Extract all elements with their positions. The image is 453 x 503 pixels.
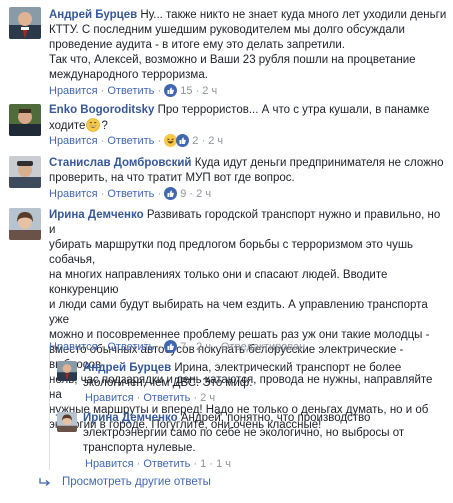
comment-content: Станислав Домбровский Куда идут деньги п… [49, 156, 447, 186]
comment-time[interactable]: 2 ч [202, 85, 217, 97]
like-link[interactable]: Нравится [49, 188, 98, 200]
like-reaction-icon[interactable] [164, 187, 178, 200]
avatar[interactable] [9, 7, 41, 39]
edited-label[interactable]: Отредактирован [221, 341, 305, 353]
like-link[interactable]: Нравится [49, 341, 98, 353]
reply-thread-line [49, 353, 50, 470]
reply-count[interactable]: 1 [200, 458, 206, 470]
reaction-count[interactable]: 15 [180, 85, 192, 97]
reply-link[interactable]: Ответить [107, 341, 154, 353]
reply-actions: Нравится · Ответить · 2 ч [85, 392, 216, 404]
avatar[interactable] [9, 208, 41, 240]
avatar[interactable] [9, 156, 41, 188]
reply-content: Андрей Бурцев Ирина, электрический транс… [83, 361, 447, 391]
reaction-count[interactable]: 7 [180, 341, 186, 353]
reply-link[interactable]: Ответить [143, 392, 190, 404]
like-link[interactable]: Нравится [85, 392, 134, 404]
reply-link[interactable]: Ответить [107, 85, 154, 97]
reply-link[interactable]: Ответить [143, 458, 190, 470]
laugh-reaction-icon[interactable] [164, 134, 178, 147]
comment-author[interactable]: Андрей Бурцев [49, 9, 137, 21]
reply-author[interactable]: Ирина Демченко [83, 412, 178, 424]
reply-time[interactable]: 1 ч [216, 458, 231, 470]
comment-author[interactable]: Enko Bogoroditsky [49, 104, 154, 116]
comment-thread: Андрей Бурцев Ну... также никто не знает… [0, 0, 453, 503]
reply-actions: Нравится · Ответить · 1 · 1 ч [85, 458, 231, 470]
like-link[interactable]: Нравится [49, 85, 98, 97]
reply-link[interactable]: Ответить [107, 135, 154, 147]
comment-actions: Нравится · Ответить · 7 · 2 ч · Отредакт… [49, 340, 306, 353]
reply-time[interactable]: 2 ч [200, 392, 215, 404]
like-link[interactable]: Нравится [49, 135, 98, 147]
reply-content: Ирина Демченко Андрей, понятно, что прои… [83, 411, 447, 456]
reply-link[interactable]: Ответить [107, 188, 154, 200]
comment-actions: Нравится · Ответить · 2 · 2 ч [49, 134, 224, 147]
like-link[interactable]: Нравится [85, 458, 134, 470]
comment-time[interactable]: 2 ч [196, 341, 211, 353]
view-more-replies-label[interactable]: Просмотреть другие ответы [62, 476, 211, 488]
like-reaction-icon[interactable] [164, 340, 178, 353]
reaction-count[interactable]: 9 [180, 188, 186, 200]
like-reaction-icon[interactable] [164, 84, 178, 97]
comment-author[interactable]: Ирина Демченко [49, 209, 144, 221]
comment-actions: Нравится · Ответить · 15 · 2 ч [49, 84, 218, 97]
reaction-count[interactable]: 2 [192, 135, 198, 147]
view-more-replies-link[interactable]: Просмотреть другие ответы [39, 476, 211, 491]
avatar[interactable] [57, 361, 77, 381]
comment-actions: Нравится · Ответить · 9 · 2 ч [49, 187, 212, 200]
reply-author[interactable]: Андрей Бурцев [83, 362, 171, 374]
avatar[interactable] [57, 412, 77, 432]
reply-arrow-icon [39, 477, 51, 491]
comment-author[interactable]: Станислав Домбровский [49, 157, 192, 169]
comment-time[interactable]: 2 ч [196, 188, 211, 200]
comment-content: Андрей Бурцев Ну... также никто не знает… [49, 8, 447, 83]
like-reaction-icon[interactable] [176, 134, 190, 147]
comment-time[interactable]: 2 ч [208, 135, 223, 147]
comment-content: Enko Bogoroditsky Про террористов... А ч… [49, 103, 447, 137]
avatar[interactable] [9, 104, 41, 136]
